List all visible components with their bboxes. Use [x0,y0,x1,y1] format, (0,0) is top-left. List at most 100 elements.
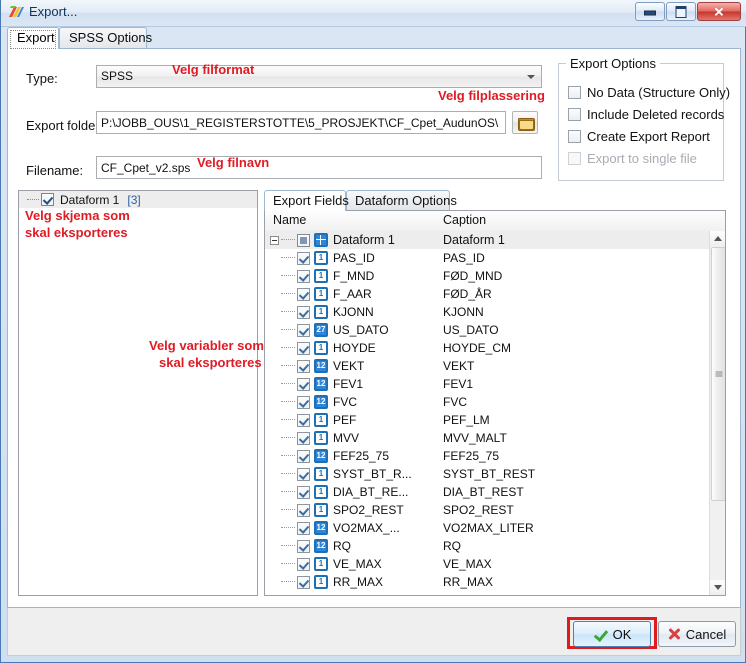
row-checkbox[interactable] [297,287,310,301]
row-checkbox[interactable] [297,449,310,463]
export-single-file-label: Export to single file [587,151,697,166]
row-checkbox[interactable] [297,431,310,445]
decimal-field-icon: 12 [314,377,328,391]
decimal-field-icon: 12 [314,359,328,373]
table-row[interactable]: 1 SYST_BT_R... SYST_BT_REST [265,465,710,483]
scroll-up-button[interactable] [710,231,725,246]
row-checkbox[interactable] [297,575,310,589]
close-button[interactable]: ✕ [697,2,741,21]
row-checkbox[interactable] [297,359,310,373]
create-report-label: Create Export Report [587,129,710,144]
tree-line-icon [281,293,295,295]
tree-line-icon [281,419,295,421]
row-checkbox[interactable] [297,413,310,427]
table-row[interactable]: 12 FEF25_75 FEF25_75 [265,447,710,465]
table-row[interactable]: 27 US_DATO US_DATO [265,321,710,339]
tab-spss-options[interactable]: SPSS Options [59,27,152,49]
dataform-tree-label: Dataform 1 [60,192,120,207]
table-row[interactable]: 1 KJONN KJONN [265,303,710,321]
export-fields-grid[interactable]: Name Caption Dataform 1 Dataform 1 1 PAS_ID… [264,210,726,596]
row-checkbox[interactable] [297,395,310,409]
table-row[interactable]: 12 RQ RQ [265,537,710,555]
table-row[interactable]: 12 FVC FVC [265,393,710,411]
table-row[interactable]: 1 SPO2_REST SPO2_REST [265,501,710,519]
row-checkbox[interactable] [297,485,310,499]
table-row[interactable]: 1 HOYDE HOYDE_CM [265,339,710,357]
table-row[interactable]: 12 VEKT VEKT [265,357,710,375]
table-row[interactable]: 1 PAS_ID PAS_ID [265,249,710,267]
tree-line-icon [281,437,295,439]
row-checkbox[interactable] [297,467,310,481]
grid-vertical-scrollbar[interactable] [709,231,725,595]
row-name: F_AAR [333,287,372,301]
export-app-icon [8,5,24,20]
dataform-grid-icon [314,233,328,247]
table-row[interactable]: Dataform 1 Dataform 1 [265,231,710,249]
table-row[interactable]: 1 DIA_BT_RE... DIA_BT_REST [265,483,710,501]
row-checkbox[interactable] [297,341,310,355]
red-x-icon [668,628,680,640]
row-checkbox[interactable] [297,233,310,247]
checkbox-include-deleted[interactable]: Include Deleted records [568,107,724,122]
maximize-button[interactable] [666,2,696,21]
row-caption: SYST_BT_REST [443,467,536,481]
row-name: MVV [333,431,360,445]
ok-button[interactable]: OK [573,621,651,647]
column-header-caption[interactable]: Caption [443,213,486,227]
decimal-field-icon: 12 [314,539,328,553]
dataform-tree-checkbox[interactable] [41,193,54,206]
tree-line-icon [281,383,295,385]
table-row[interactable]: 1 F_MND FØD_MND [265,267,710,285]
row-name: F_MND [333,269,375,283]
row-checkbox[interactable] [297,323,310,337]
column-header-name[interactable]: Name [273,213,306,227]
tab-export-fields[interactable]: Export Fields [264,190,349,211]
export-dialog-window: Export... ✕ Export SPSS Options Type: SP… [0,0,746,663]
checkbox-create-report[interactable]: Create Export Report [568,129,710,144]
dataform-tree-panel[interactable]: Dataform 1 [3] [18,190,258,596]
browse-folder-button[interactable] [512,111,538,134]
row-caption: RR_MAX [443,575,494,589]
table-row[interactable]: 1 MVV MVV_MALT [265,429,710,447]
row-caption: HOYDE_CM [443,341,512,355]
table-row[interactable]: 1 RR_MAX RR_MAX [265,573,710,591]
row-checkbox[interactable] [297,503,310,517]
row-checkbox[interactable] [297,305,310,319]
row-name: VO2MAX_... [333,521,400,535]
filename-input[interactable]: CF_Cpet_v2.sps [96,156,542,179]
export-folder-input[interactable]: P:\JOBB_OUS\1_REGISTERSTOTTE\5_PROSJEKT\… [96,111,506,134]
row-checkbox[interactable] [297,377,310,391]
integer-field-icon: 1 [314,503,328,517]
row-checkbox[interactable] [297,557,310,571]
type-select-arrow[interactable] [522,67,540,86]
table-row[interactable]: 12 VO2MAX_... VO2MAX_LITER [265,519,710,537]
row-checkbox[interactable] [297,521,310,535]
export-tab-page: Type: SPSS Export folder: P:\JOBB_OUS\1_… [7,48,741,608]
dataform-tree-row[interactable]: Dataform 1 [3] [19,191,257,208]
chevron-down-icon [527,74,535,79]
row-checkbox[interactable] [297,269,310,283]
minimize-button[interactable] [635,2,665,21]
table-row[interactable]: 1 PEF PEF_LM [265,411,710,429]
row-caption: VEKT [443,359,475,373]
tree-line-icon [281,347,295,349]
row-checkbox[interactable] [297,539,310,553]
tree-line-icon [281,239,295,241]
row-caption: MVV_MALT [443,431,507,445]
table-row[interactable]: 1 F_AAR FØD_ÅR [265,285,710,303]
type-select[interactable]: SPSS [96,65,542,88]
integer-field-icon: 1 [314,431,328,445]
scroll-down-button[interactable] [710,580,725,595]
checkbox-no-data[interactable]: No Data (Structure Only) [568,85,730,100]
triangle-up-icon [713,236,722,241]
integer-field-icon: 1 [314,413,328,427]
tab-dataform-options[interactable]: Dataform Options [346,190,457,211]
tab-export[interactable]: Export [7,27,59,49]
table-row[interactable]: 1 VE_MAX VE_MAX [265,555,710,573]
table-row[interactable]: 12 FEV1 FEV1 [265,375,710,393]
expand-collapse-icon[interactable] [270,235,279,245]
tree-line-icon [281,311,295,313]
cancel-button[interactable]: Cancel [658,621,736,647]
row-checkbox[interactable] [297,251,310,265]
scrollbar-thumb[interactable] [711,247,725,501]
